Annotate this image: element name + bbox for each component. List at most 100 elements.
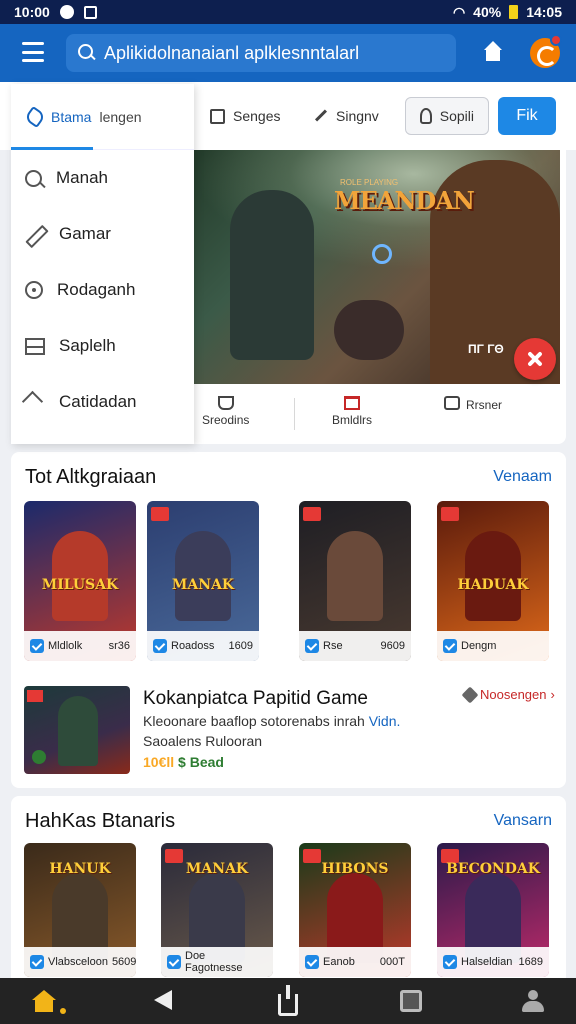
navigation-drawer: Btama lengen Manah Gamar Rodaganh Saplel… [11, 84, 194, 444]
search-box[interactable] [66, 34, 456, 72]
filter-chip-label: Fik [516, 107, 538, 124]
filter-chip-label: Sopili [439, 108, 474, 124]
menu-icon[interactable] [22, 42, 44, 62]
game-tile[interactable]: MANAK Roadoss 1609 [147, 501, 259, 661]
filter-chip-senges[interactable]: Senges [210, 97, 280, 135]
profile-avatar[interactable] [530, 34, 562, 68]
notification-icon [59, 5, 74, 19]
hero-action-label: Sreodins [202, 413, 250, 427]
hero-character-small [334, 300, 404, 360]
game-tile-name: Doe Fagotnesse [185, 950, 243, 974]
game-tile[interactable]: HADUAK Dengm [437, 501, 549, 661]
promo-thumbnail[interactable] [24, 686, 130, 774]
game-tile-name: Roadoss [171, 640, 215, 652]
checkbox-icon [210, 108, 225, 124]
game-character [327, 531, 383, 621]
status-signal: 40% [473, 4, 502, 20]
promo-price-accent: $ Bead [178, 754, 224, 770]
drawer-item-label: Catidadan [59, 392, 137, 411]
divider [294, 398, 295, 430]
profile-icon[interactable] [522, 990, 544, 1012]
verified-check-icon [30, 639, 44, 653]
section-see-all-link[interactable]: Venaam [493, 468, 552, 486]
wifi-icon: ◠ [452, 3, 466, 20]
pencil-icon [25, 224, 45, 244]
drawer-item-catidadan[interactable]: Catidadan [11, 374, 194, 430]
app-bar [0, 24, 576, 82]
hero-character-left [230, 190, 314, 360]
game-tile-name: Rse [323, 640, 343, 652]
game-tile-caption: Dengm [437, 631, 549, 661]
drawer-item-saplelh[interactable]: Saplelh [11, 318, 194, 374]
game-tile[interactable]: HIBONS Eanob 000T [299, 843, 411, 977]
game-tile-name: Vlabsceloon [48, 956, 108, 968]
active-tab-indicator [11, 147, 93, 150]
hero-action-sreodins[interactable]: Sreodins [202, 396, 249, 427]
promo-character [58, 696, 98, 766]
drawer-item-rodaganh[interactable]: Rodaganh [11, 262, 194, 318]
verified-check-icon [167, 955, 181, 969]
hero-action-rrsner[interactable]: Rrsner [444, 396, 502, 413]
promo-description: Kleoonare baaflop sotorenabs inrah Vidn. [143, 713, 400, 729]
promo-title[interactable]: Kokanpiatca Papitid Game [143, 688, 368, 710]
search-input[interactable] [104, 42, 454, 64]
section-see-all-link[interactable]: Vansarn [494, 812, 552, 830]
tabs-icon[interactable] [400, 990, 422, 1012]
game-tile[interactable]: MILUSAK Mldlolk sr36 [24, 501, 136, 661]
close-icon[interactable] [514, 338, 556, 380]
filter-chip-singnv[interactable]: Singnv [312, 97, 379, 135]
promo-price: 10€ll $ Bead [143, 754, 224, 770]
game-tile[interactable]: BECONDAK Halseldian 1689 [437, 843, 549, 977]
verified-check-icon [153, 639, 167, 653]
home-icon[interactable] [482, 41, 504, 63]
promo-link[interactable]: Noosengen › [461, 686, 555, 703]
drawer-item-label: Gamar [59, 224, 111, 243]
game-tile-count: sr36 [108, 640, 130, 652]
game-tile-title: MANAK [185, 861, 249, 877]
drawer-item-label: Manah [56, 168, 108, 187]
game-tile-title: MILUSAK [41, 577, 119, 593]
hero-action-label: Rrsner [466, 397, 503, 412]
home-icon[interactable] [32, 990, 66, 1014]
filter-chip-sopili[interactable]: Sopili [405, 97, 489, 135]
chevron-right-icon: › [550, 687, 555, 702]
share-icon[interactable] [278, 985, 298, 1016]
game-tile-caption: Doe Fagotnesse [161, 947, 273, 977]
filter-chip-label: Singnv [336, 108, 379, 124]
game-tile-count: 000T [379, 956, 405, 968]
drawer-item-manah[interactable]: Manah [11, 150, 194, 206]
game-tile-caption: Vlabsceloon 5609 [24, 947, 136, 977]
hero-banner[interactable]: ROLE PLAYING MEANDAN ΠΓ ΓΘ [194, 150, 560, 384]
game-tile-count: 5609 [111, 956, 136, 968]
game-character [465, 531, 521, 621]
game-tile-caption: Mldlolk sr36 [24, 631, 136, 661]
hero-title: MEANDAN [334, 186, 475, 215]
game-tile-title: MANAK [171, 577, 235, 593]
game-tile-caption: Eanob 000T [299, 947, 411, 977]
game-tile-caption: Roadoss 1609 [147, 631, 259, 661]
thumb-up-icon [217, 396, 234, 410]
drawer-item-gamar[interactable]: Gamar [11, 206, 194, 262]
game-tile[interactable]: MANAK Doe Fagotnesse [161, 843, 273, 977]
hero-action-bmldlrs[interactable]: Bmldlrs [332, 396, 372, 427]
verified-check-icon [305, 955, 319, 969]
section-title: Tot Altkgraiaan [25, 466, 157, 488]
game-tile[interactable]: HANUK Vlabsceloon 5609 [24, 843, 136, 977]
drawer-header-primary: Btama [51, 108, 92, 125]
calendar-icon [344, 396, 360, 410]
back-icon[interactable] [154, 990, 172, 1010]
filter-chip-fik[interactable]: Fik [498, 97, 556, 135]
bottom-navigation [0, 978, 576, 1024]
promo-subtext: Saoalens Rulooran [143, 733, 263, 749]
game-tile[interactable]: Rse 9609 [299, 501, 411, 661]
pen-icon [312, 108, 328, 124]
status-bar: 10:00 ◠ 40% 14:05 [0, 0, 576, 24]
ribbon-badge [303, 507, 321, 521]
glow-orb [372, 244, 392, 264]
game-tile-name: Dengm [461, 640, 497, 652]
house-icon [25, 392, 45, 412]
drawer-header[interactable]: Btama lengen [11, 84, 194, 150]
hero-action-label: Bmldlrs [332, 413, 373, 427]
edit-icon [23, 105, 47, 128]
game-tile-title: HANUK [49, 861, 111, 877]
